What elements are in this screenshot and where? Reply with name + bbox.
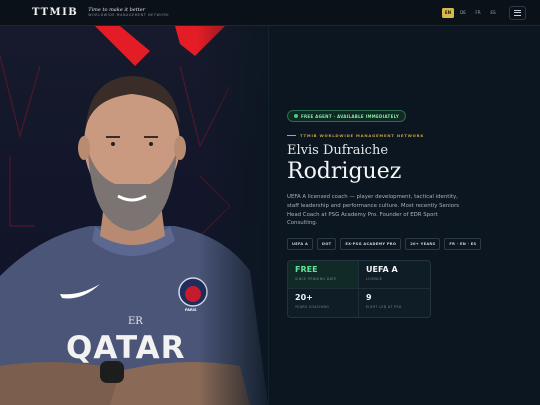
- tag-psg-academy: EX-PSG ACADEMY PRO: [340, 238, 402, 251]
- stat-availability: FREE SINCE PENDING DATE: [288, 261, 359, 290]
- lang-fr-button[interactable]: FR: [472, 8, 484, 18]
- stats-grid: FREE SINCE PENDING DATE UEFA A LICENCE 2…: [287, 260, 431, 319]
- status-dot-icon: [294, 114, 298, 118]
- network-label-row: TTMIB WORLDWIDE MANAGEMENT NETWORK: [287, 133, 527, 138]
- shirt-initials: ER: [128, 316, 143, 327]
- first-name: Elvis Dufraiche: [287, 143, 389, 158]
- shirt-sponsor-text: QATAR: [66, 330, 186, 366]
- stat-label: EIGHT LED AT PSG: [366, 304, 402, 309]
- tag-uefa-a: UEFA A: [287, 238, 314, 251]
- stat-value: FREE: [295, 265, 318, 275]
- menu-icon[interactable]: [509, 5, 526, 20]
- last-name: Rodriguez: [287, 159, 402, 185]
- tag-dot: DOT: [317, 238, 337, 251]
- section-divider: [268, 26, 269, 405]
- menu-bar: [514, 12, 521, 13]
- tag-languages: FR · EN · ES: [444, 238, 482, 251]
- lang-es-button[interactable]: ES: [487, 8, 499, 18]
- profile-content: FREE AGENT · AVAILABLE IMMEDIATELY TTMIB…: [287, 103, 527, 319]
- tagline-sub: WORLDWIDE MANAGEMENT NETWORK: [88, 12, 170, 17]
- menu-bar: [514, 14, 521, 16]
- network-rule: [287, 135, 296, 136]
- crest-text: PARIS: [185, 308, 197, 312]
- menu-bar: [514, 9, 521, 11]
- language-switcher: EN DE FR ES: [442, 7, 499, 18]
- tag-list: UEFA A DOT EX-PSG ACADEMY PRO 20+ YEARS …: [287, 238, 527, 251]
- lang-en-button[interactable]: EN: [442, 7, 454, 18]
- lang-de-button[interactable]: DE: [457, 8, 469, 18]
- stat-years: 20+ YEARS COACHING: [288, 289, 359, 318]
- tagline: Time to make it better WORLDWIDE MANAGEM…: [88, 7, 170, 17]
- coach-photo: QATAR ER PARIS: [0, 26, 268, 405]
- bio-text: UEFA A licensed coach — player developme…: [287, 194, 460, 227]
- badge-text: FREE AGENT · AVAILABLE IMMEDIATELY: [301, 113, 400, 119]
- stat-licence: UEFA A LICENCE: [359, 261, 430, 290]
- stat-label: LICENCE: [366, 276, 383, 281]
- stat-label: SINCE PENDING DATE: [295, 276, 337, 281]
- availability-badge: FREE AGENT · AVAILABLE IMMEDIATELY: [287, 110, 407, 122]
- stat-value: 9: [366, 293, 372, 303]
- stat-value: UEFA A: [366, 265, 398, 275]
- stat-label: YEARS COACHING: [295, 304, 330, 309]
- network-label: TTMIB WORLDWIDE MANAGEMENT NETWORK: [300, 133, 425, 138]
- site-header: TTMIB Time to make it better WORLDWIDE M…: [0, 0, 540, 26]
- stat-psg: 9 EIGHT LED AT PSG: [359, 289, 430, 317]
- photo-fade-overlay: [198, 26, 268, 405]
- stat-value: 20+: [295, 293, 313, 303]
- tag-years: 20+ YEARS: [405, 238, 441, 251]
- site-logo[interactable]: TTMIB: [32, 7, 78, 18]
